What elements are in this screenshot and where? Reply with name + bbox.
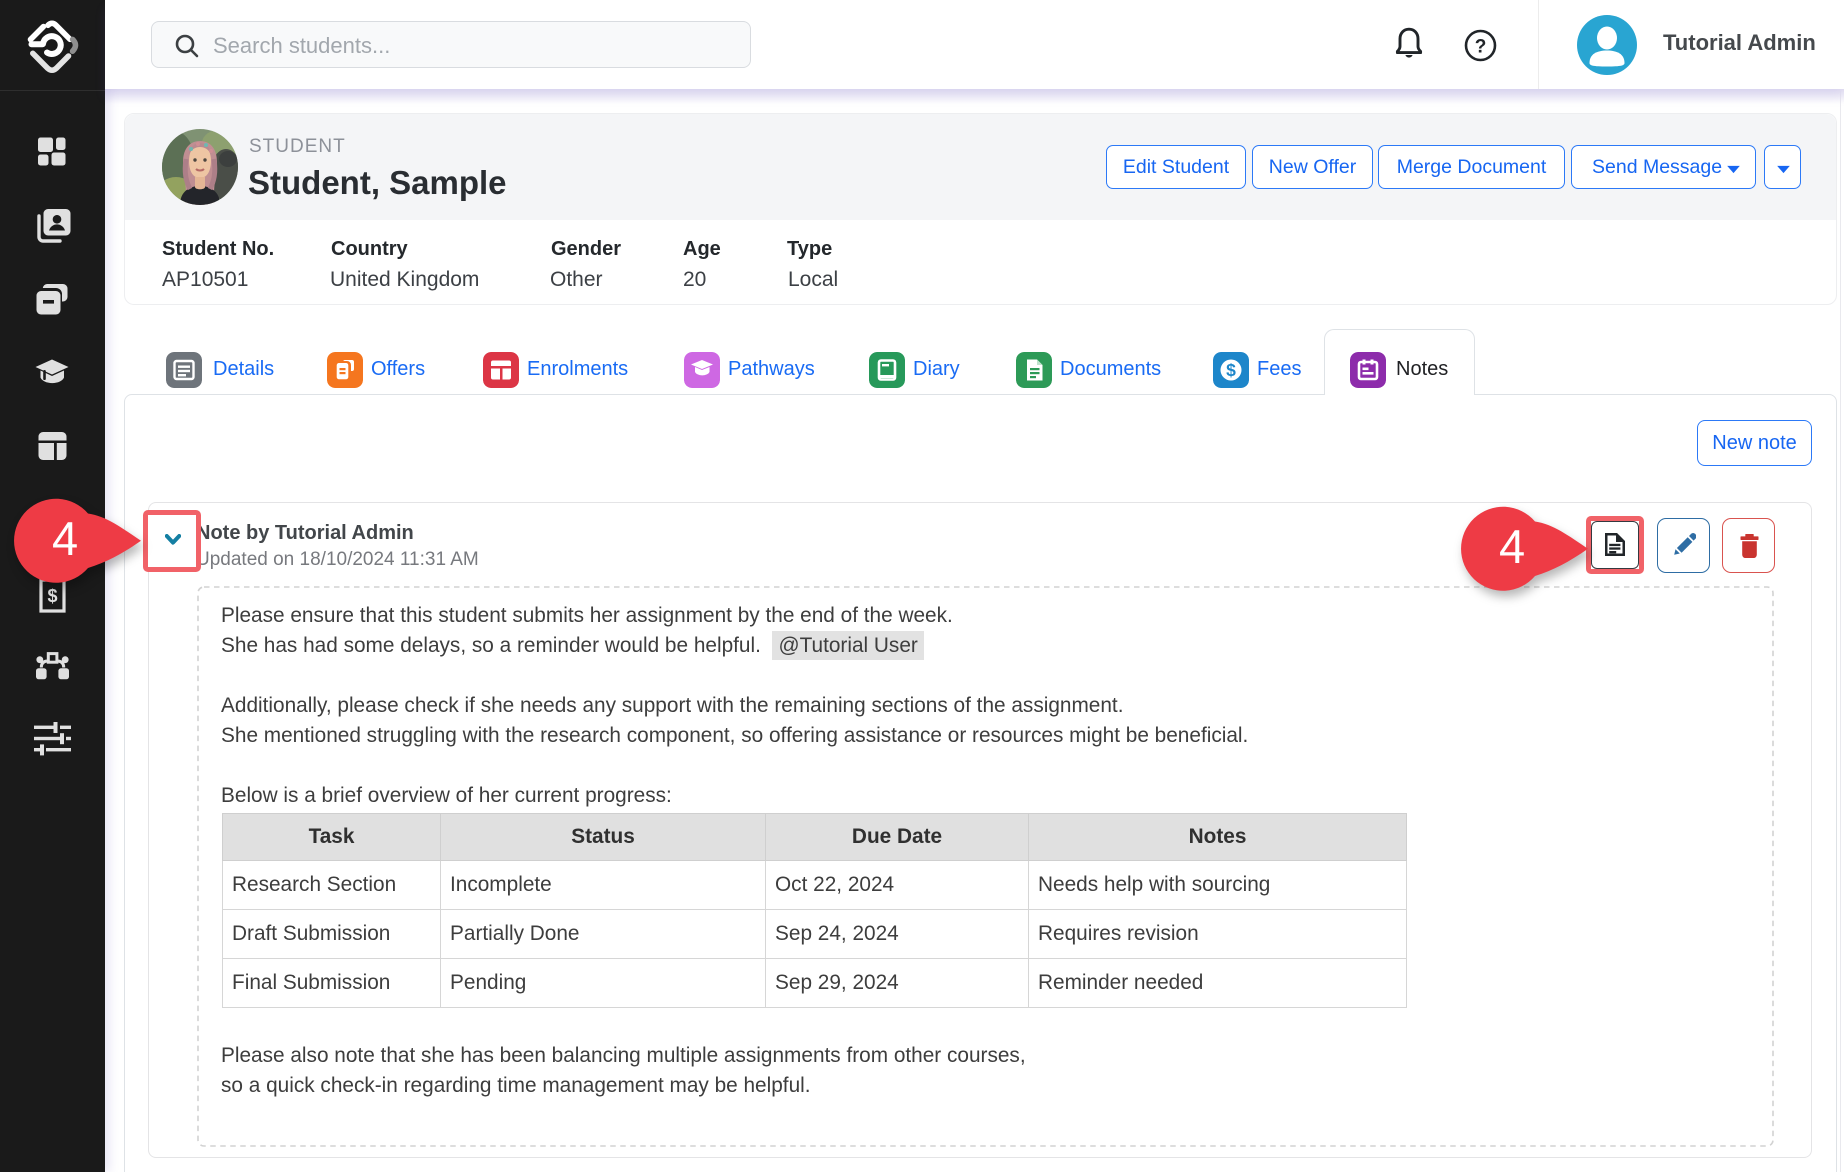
svg-text:$: $: [1226, 360, 1236, 380]
svg-text:?: ?: [1475, 37, 1487, 58]
